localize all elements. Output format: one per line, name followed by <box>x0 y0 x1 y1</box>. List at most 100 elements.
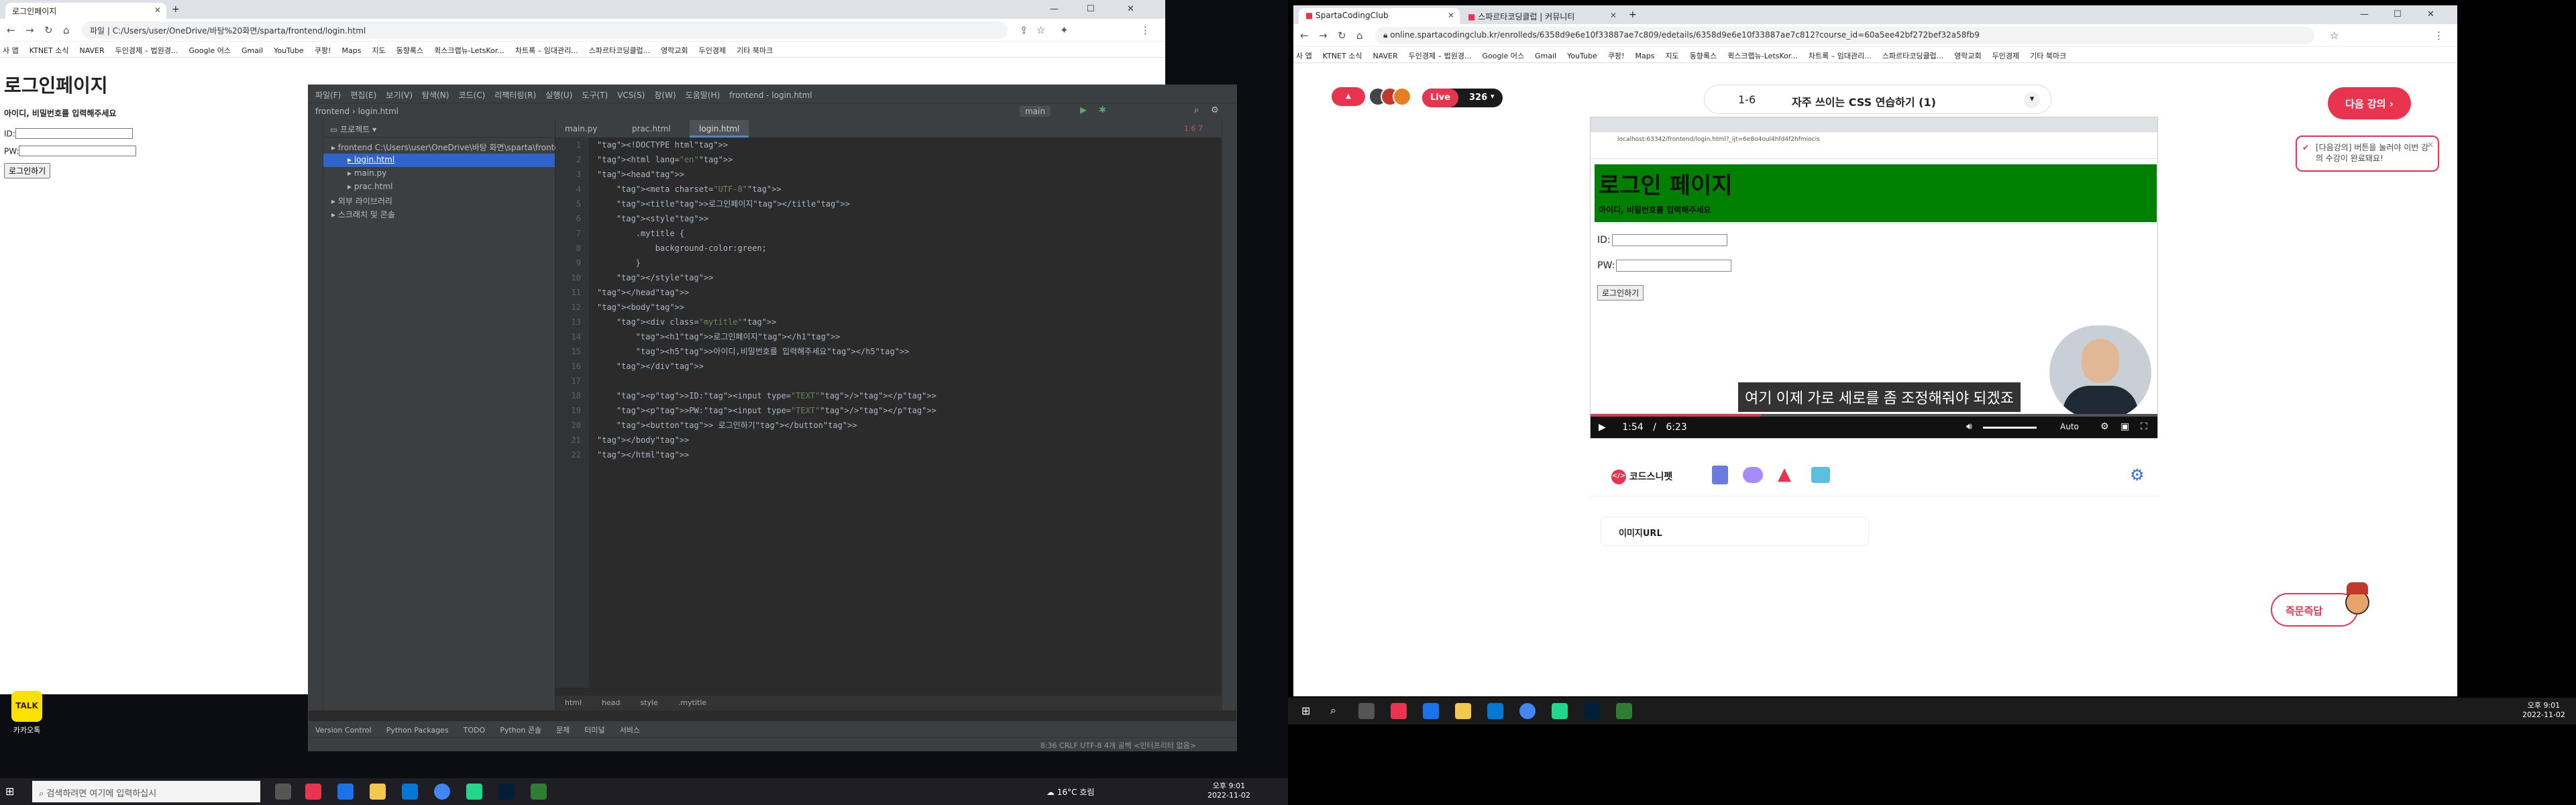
next-lesson-button[interactable]: 다음 강의 › <box>2328 87 2411 119</box>
editor-tab[interactable]: main.py <box>555 120 607 138</box>
notes-icon[interactable] <box>1712 466 1728 484</box>
bookmark-item[interactable]: Maps <box>341 46 361 55</box>
tab-snippet[interactable]: </> 코드스니펫 <box>1603 466 1680 487</box>
bookmark-item[interactable]: 동향록스 <box>1690 50 1717 61</box>
chrome-icon[interactable] <box>434 784 450 800</box>
bookmark-item[interactable]: Gmail <box>1535 52 1556 60</box>
explorer-icon[interactable] <box>370 784 386 800</box>
clock[interactable]: 오후 9:01 2022-11-02 <box>1208 780 1250 800</box>
breadcrumb-item[interactable]: html <box>565 698 582 707</box>
tree-item[interactable]: ▸ main.py <box>323 167 555 180</box>
tool-window-button[interactable]: Version Control <box>315 726 372 735</box>
maximize-icon[interactable]: ☐ <box>1087 4 1095 14</box>
bookmark-item[interactable]: Google 어스 <box>1482 50 1524 61</box>
bookmark-item[interactable]: 두인경제 <box>699 45 726 56</box>
home-icon[interactable]: ⌂ <box>1356 30 1363 42</box>
bookmark-item[interactable]: 지도 <box>1665 50 1678 61</box>
explorer-icon[interactable] <box>1455 703 1471 719</box>
ide-menu-item[interactable]: 탐색(N) <box>422 91 449 100</box>
task-view-icon[interactable] <box>1358 703 1375 719</box>
inspection-widget[interactable]: 1 6 7 <box>1184 124 1203 133</box>
volume-icon[interactable]: 🔊︎ <box>1966 421 1972 432</box>
editor-tab[interactable]: login.html <box>690 120 749 138</box>
minimize-icon[interactable]: — <box>1050 4 1059 14</box>
minimize-icon[interactable]: — <box>2360 9 2369 19</box>
close-icon[interactable]: ✕ <box>2427 140 2434 150</box>
settings-icon[interactable]: ⚙ <box>2100 421 2109 432</box>
ide-menu-item[interactable]: 보기(V) <box>386 91 413 100</box>
bookmark-item[interactable]: Gmail <box>241 46 263 55</box>
bookmark-item[interactable]: Maps <box>1635 52 1654 60</box>
search-icon[interactable]: ⌕ <box>1194 105 1199 115</box>
bookmark-item[interactable]: 동향록스 <box>396 45 423 56</box>
menu-icon[interactable]: ⋮ <box>1140 24 1150 36</box>
login-button[interactable]: 로그인하기 <box>4 163 51 178</box>
tree-item[interactable]: ▸ frontend C:\Users\user\OneDrive\바탕 화면\… <box>323 140 570 154</box>
ide-menu-item[interactable]: 도움말(H) <box>686 91 720 100</box>
bookmark-item[interactable]: 쿠팡! <box>1608 50 1625 61</box>
ide-menu-item[interactable]: 파일(F) <box>315 91 341 100</box>
bookmark-item[interactable]: NAVER <box>79 46 104 55</box>
pip-icon[interactable]: ▣ <box>2121 421 2129 432</box>
close-window-icon[interactable]: ✕ <box>2427 9 2434 19</box>
pw-input[interactable] <box>19 146 137 156</box>
tool-window-button[interactable]: Python 콘솔 <box>500 726 541 735</box>
star-icon[interactable]: ☆ <box>1036 24 1045 36</box>
id-input[interactable] <box>15 128 133 139</box>
bookmark-item[interactable]: 사 앱 <box>1296 50 1312 61</box>
editor-tab[interactable]: prac.html <box>623 120 680 138</box>
image-icon[interactable] <box>1811 467 1830 483</box>
pycharm-icon[interactable] <box>466 784 482 800</box>
warning-icon[interactable]: ▲ <box>1778 464 1791 484</box>
maximize-icon[interactable]: ☐ <box>2394 9 2402 19</box>
green-app-icon[interactable] <box>531 784 547 800</box>
ide-menu-item[interactable]: VCS(S) <box>617 91 645 100</box>
forward-icon[interactable]: → <box>1319 30 1328 42</box>
right-tab-2[interactable]: ■ 스파르타코딩클럽 | 커뮤니티 ✕ <box>1461 8 1622 24</box>
video-progress[interactable] <box>1591 414 2157 417</box>
clock[interactable]: 오후 9:01 2022-11-02 <box>2522 700 2565 719</box>
bookmark-item[interactable]: 두인경제 <box>1992 50 2019 61</box>
taskbar-search-input[interactable]: ⌕ 검색하려면 여기에 입력하십시 <box>32 781 260 802</box>
back-icon[interactable]: ← <box>7 24 15 36</box>
bookmark-item[interactable]: 쿠팡! <box>315 45 331 56</box>
mail-icon[interactable] <box>1487 703 1503 719</box>
home-icon[interactable]: ⌂ <box>63 24 70 36</box>
search-icon[interactable]: ⌕ <box>1330 704 1336 717</box>
bookmark-item[interactable]: 영락교회 <box>661 45 688 56</box>
tool-window-button[interactable]: TODO <box>464 726 486 735</box>
tool-window-button[interactable]: 문제 <box>556 726 570 735</box>
green-app-icon[interactable] <box>1616 703 1632 719</box>
start-icon[interactable]: ⊞ <box>1301 704 1310 717</box>
new-tab-icon[interactable]: + <box>172 4 180 15</box>
settings-icon[interactable]: ⚙ <box>1211 105 1219 115</box>
ide-menu-item[interactable]: 리팩터링(R) <box>494 91 536 100</box>
chat-icon[interactable] <box>1743 467 1763 483</box>
mail-icon[interactable] <box>402 784 418 800</box>
bookmark-item[interactable]: 기타 북마크 <box>2030 50 2066 61</box>
nav-file[interactable]: login.html <box>358 107 398 116</box>
url-input[interactable]: 🔒︎ online.spartacodingclub.kr/enrolleds/… <box>1375 27 2314 44</box>
nav-project[interactable]: frontend <box>315 107 350 116</box>
settings-icon[interactable]: ⚙ <box>2130 466 2145 484</box>
tool-window-button[interactable]: 터미널 <box>584 726 604 735</box>
menu-icon[interactable]: ⋮ <box>2434 30 2444 42</box>
bookmark-item[interactable]: KTNET 소식 <box>30 45 69 56</box>
bookmark-item[interactable]: 지도 <box>372 45 385 56</box>
code-editor[interactable]: 1 6 7 main.py prac.html login.html 1234567… <box>555 120 1223 710</box>
bookmark-item[interactable]: 스파르타코딩클럽... <box>1882 50 1943 61</box>
bookmark-item[interactable]: 퀵스크랩뉴-LetsKor... <box>1727 50 1798 61</box>
breadcrumb-item[interactable]: head <box>602 698 620 707</box>
tree-item[interactable]: ▸ login.html <box>323 154 555 167</box>
breadcrumb-item[interactable]: style <box>641 698 658 707</box>
lecture-video[interactable]: localhost:63342/frontend/login.html?_ijt… <box>1590 117 2158 439</box>
extensions-icon[interactable]: ✦ <box>1060 24 1069 36</box>
left-tab[interactable]: 로그인페이지 ✕ <box>5 3 166 19</box>
ide-menu-item[interactable]: frontend - login.html <box>729 91 812 100</box>
bookmark-item[interactable]: KTNET 소식 <box>1323 50 1362 61</box>
tool-window-button[interactable]: 서비스 <box>620 726 640 735</box>
star-icon[interactable]: ☆ <box>2330 30 2339 42</box>
bookmark-item[interactable]: 두인경제 – 법원경... <box>1409 50 1472 61</box>
close-window-icon[interactable]: ✕ <box>1127 4 1134 14</box>
photoshop-icon[interactable] <box>498 784 515 800</box>
